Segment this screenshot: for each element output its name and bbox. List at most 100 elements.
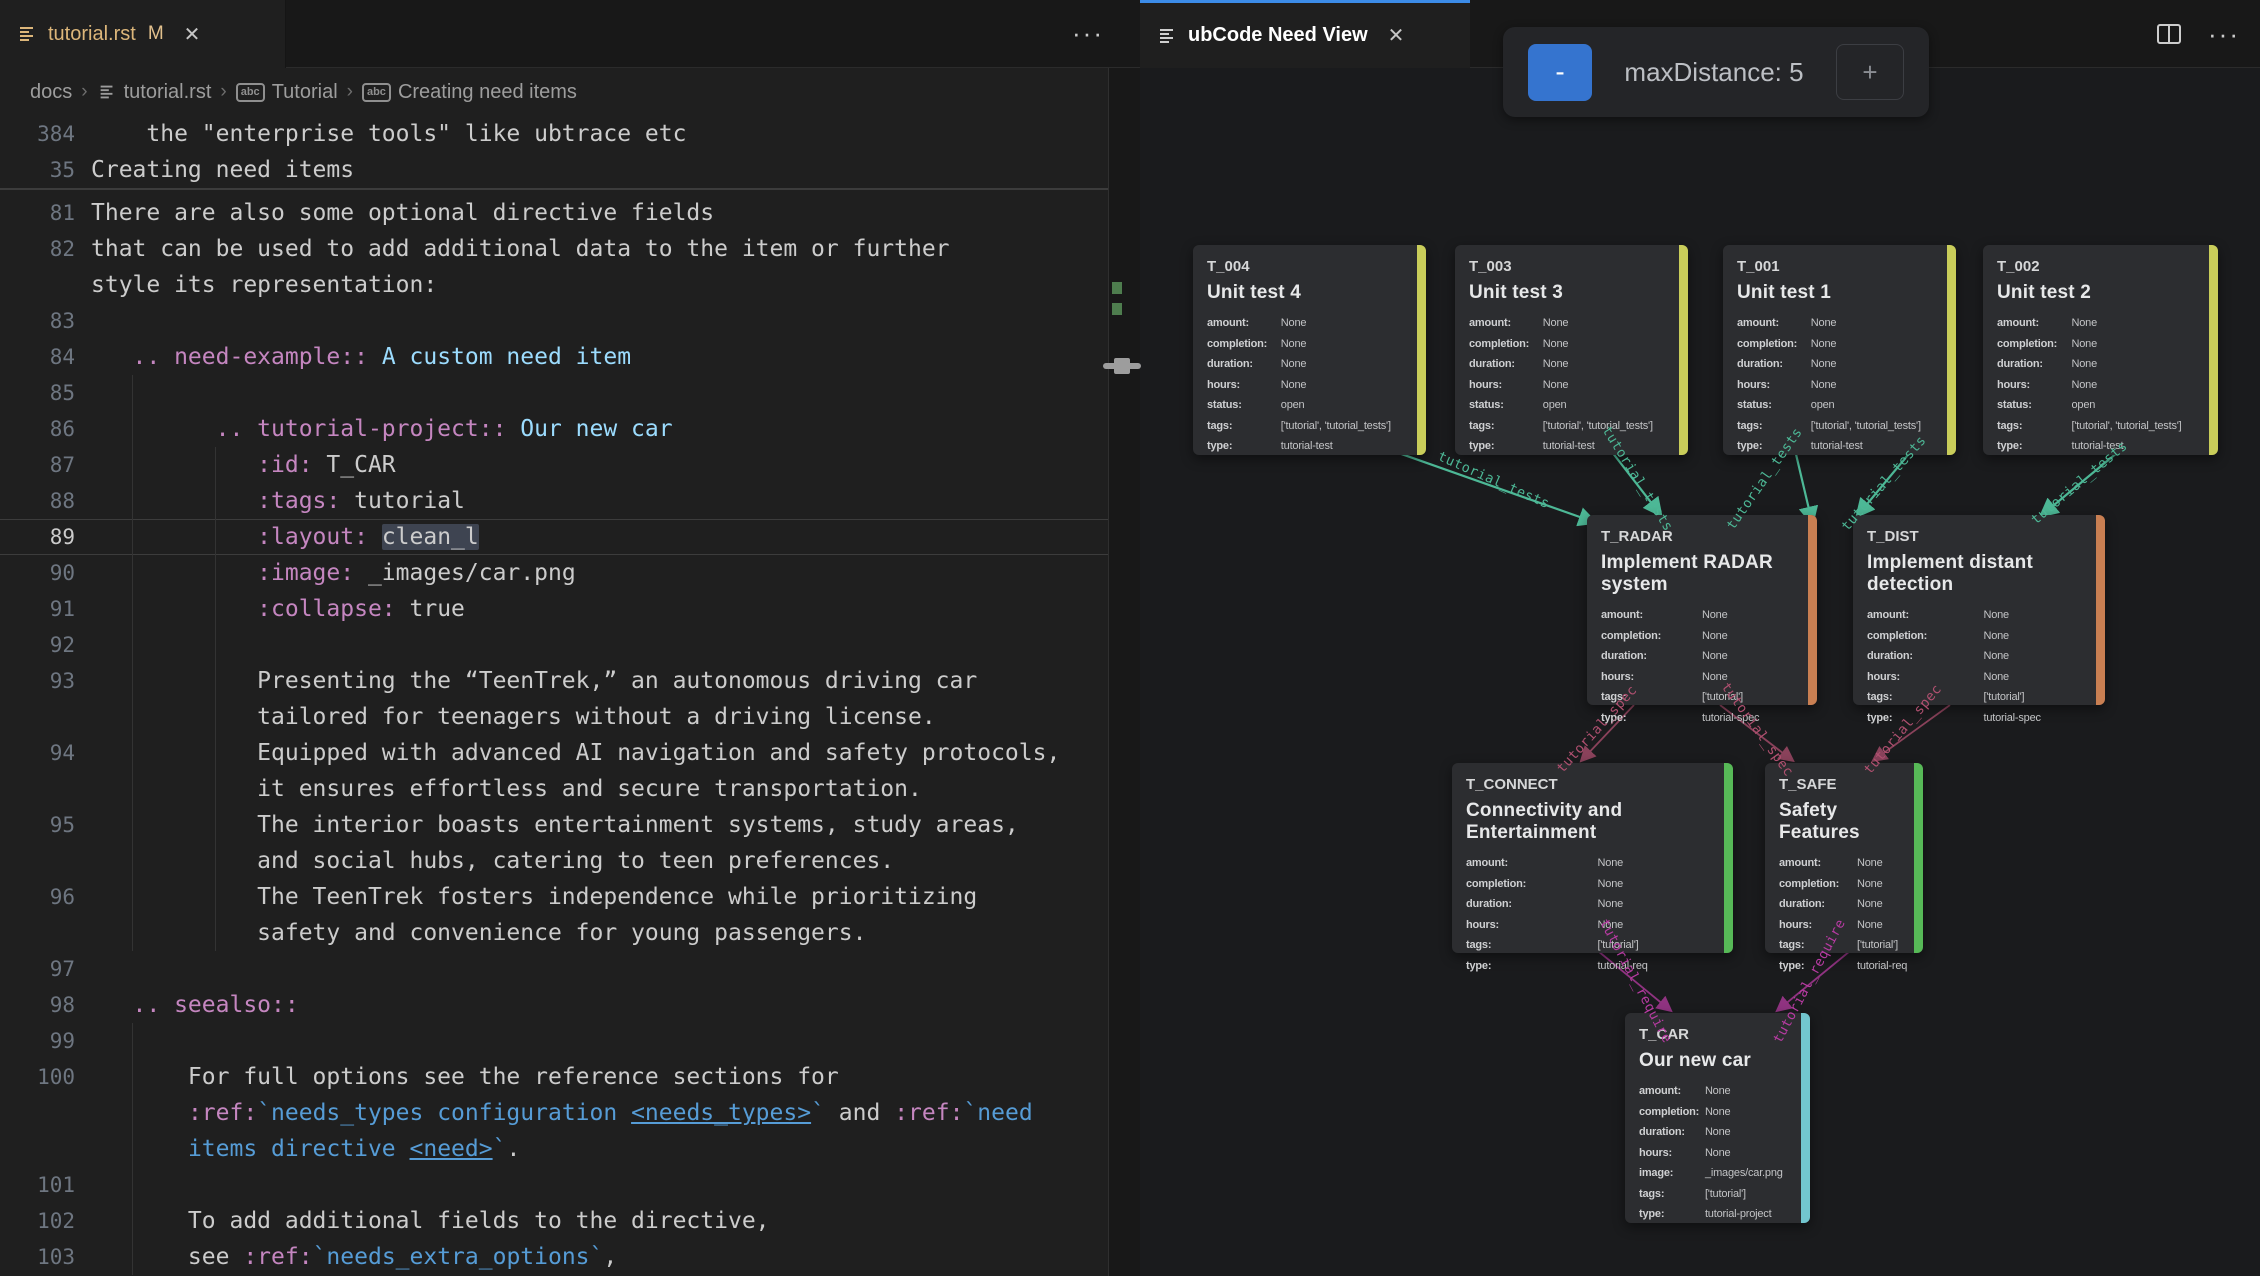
line-number[interactable]: 86 (0, 411, 75, 447)
breadcrumb-item[interactable]: abcTutorial (236, 81, 338, 104)
code-line[interactable]: it ensures effortless and secure transpo… (0, 771, 1108, 807)
line-number[interactable]: 35 (0, 152, 75, 188)
code-line[interactable]: 35Creating need items (0, 152, 1108, 188)
code-line[interactable]: 85 (0, 375, 1108, 411)
line-number[interactable]: 103 (0, 1239, 75, 1275)
line-number[interactable]: 95 (0, 807, 75, 843)
code-line[interactable]: 99 (0, 1023, 1108, 1059)
code-line[interactable]: 98 .. seealso:: (0, 987, 1108, 1023)
line-number[interactable]: 384 (0, 116, 75, 152)
code-line[interactable]: :ref:`needs_types configuration <needs_t… (0, 1095, 1108, 1131)
line-number[interactable]: 82 (0, 231, 75, 267)
line-number[interactable]: 96 (0, 879, 75, 915)
line-number[interactable]: 91 (0, 591, 75, 627)
code-line[interactable]: 90 :image: _images/car.png (0, 555, 1108, 591)
line-number[interactable]: 93 (0, 663, 75, 699)
code-line[interactable]: 83 (0, 303, 1108, 339)
code-line[interactable]: tailored for teenagers without a driving… (0, 699, 1108, 735)
breadcrumb-item[interactable]: docs (30, 81, 72, 104)
code-line[interactable]: 93 Presenting the “TeenTrek,” an autonom… (0, 663, 1108, 699)
code-line[interactable]: and social hubs, catering to teen prefer… (0, 843, 1108, 879)
split-editor-icon[interactable] (2154, 19, 2184, 49)
code-line[interactable]: 84 .. need-example:: A custom need item (0, 339, 1108, 375)
code-line[interactable]: 92 (0, 627, 1108, 663)
code-line[interactable]: items directive <need>`. (0, 1131, 1108, 1167)
code-token: <need> (410, 1136, 493, 1162)
line-number[interactable]: 92 (0, 627, 75, 663)
code-line[interactable]: 384 the "enterprise tools" like ubtrace … (0, 116, 1108, 152)
code-line[interactable]: 97 (0, 951, 1108, 987)
field-label: amount: (1469, 317, 1543, 329)
need-id: T_CAR (1639, 1026, 1796, 1043)
line-number[interactable]: 85 (0, 375, 75, 411)
need-card-t_004[interactable]: T_004Unit test 4amount:Nonecompletion:No… (1193, 245, 1426, 455)
need-card-t_radar[interactable]: T_RADARImplement RADAR systemamount:None… (1587, 515, 1817, 705)
code-line[interactable]: 95 The interior boasts entertainment sys… (0, 807, 1108, 843)
editor-actions-more-icon[interactable]: ··· (1072, 18, 1104, 49)
code-line[interactable]: 86 .. tutorial-project:: Our new car (0, 411, 1108, 447)
close-icon[interactable]: ✕ (1388, 23, 1405, 48)
tab-title: tutorial.rst (48, 23, 136, 46)
more-actions-icon[interactable]: ··· (2208, 19, 2240, 50)
line-number[interactable] (0, 1095, 75, 1131)
code-line[interactable]: 102 To add additional fields to the dire… (0, 1203, 1108, 1239)
code-line[interactable]: 87 :id: T_CAR (0, 447, 1108, 483)
field-label: tags: (1601, 691, 1702, 703)
line-number[interactable]: 88 (0, 483, 75, 519)
tab-ubcode-need-view[interactable]: ubCode Need View ✕ (1140, 0, 1470, 68)
code-token: :id: (257, 452, 312, 478)
line-number[interactable]: 83 (0, 303, 75, 339)
line-number[interactable]: 98 (0, 987, 75, 1023)
code-line[interactable]: safety and convenience for young passeng… (0, 915, 1108, 951)
code-line[interactable]: 81There are also some optional directive… (0, 195, 1108, 231)
line-number[interactable]: 81 (0, 195, 75, 231)
increase-distance-button[interactable]: + (1836, 44, 1904, 100)
code-line[interactable]: 82 that can be used to add additional dat… (0, 231, 1108, 267)
line-number[interactable] (0, 843, 75, 879)
need-card-t_dist[interactable]: T_DISTImplement distant detectionamount:… (1853, 515, 2105, 705)
code-line[interactable]: 89 :layout: clean_l (0, 519, 1108, 555)
need-field: duration:None (1469, 354, 1674, 375)
line-number[interactable] (0, 699, 75, 735)
need-card-t_safe[interactable]: T_SAFESafety Featuresamount:Nonecompleti… (1765, 763, 1923, 953)
breadcrumb-item[interactable]: tutorial.rst (97, 81, 212, 104)
code-line[interactable]: style its representation: (0, 267, 1108, 303)
need-card-t_car[interactable]: T_CAROur new caramount:Nonecompletion:No… (1625, 1013, 1810, 1223)
code-text: Equipped with advanced AI navigation and… (91, 735, 1060, 771)
code-line[interactable]: 100 For full options see the reference s… (0, 1059, 1108, 1095)
need-type-accent-bar (1801, 1013, 1810, 1223)
line-number[interactable]: 94 (0, 735, 75, 771)
line-number[interactable] (0, 1131, 75, 1167)
line-number[interactable]: 87 (0, 447, 75, 483)
code-token: :collapse: (257, 596, 395, 622)
code-line[interactable]: 103 see :ref:`needs_extra_options`, (0, 1239, 1108, 1275)
line-number[interactable]: 90 (0, 555, 75, 591)
line-number[interactable] (0, 771, 75, 807)
need-card-t_002[interactable]: T_002Unit test 2amount:Nonecompletion:No… (1983, 245, 2218, 455)
code-line[interactable]: 96 The TeenTrek fosters independence whi… (0, 879, 1108, 915)
breadcrumb-item[interactable]: abcCreating need items (362, 81, 577, 104)
line-number[interactable]: 100 (0, 1059, 75, 1095)
code-line[interactable]: 88 :tags: tutorial (0, 483, 1108, 519)
need-card-t_003[interactable]: T_003Unit test 3amount:Nonecompletion:No… (1455, 245, 1688, 455)
line-number[interactable] (0, 267, 75, 303)
code-line[interactable]: 91 :collapse: true (0, 591, 1108, 627)
need-type-accent-bar (1914, 763, 1923, 953)
line-number[interactable]: 102 (0, 1203, 75, 1239)
close-icon[interactable]: ✕ (184, 22, 201, 47)
split-sash-knob[interactable] (1114, 358, 1130, 374)
need-card-t_001[interactable]: T_001Unit test 1amount:Nonecompletion:No… (1723, 245, 1956, 455)
need-card-t_connect[interactable]: T_CONNECTConnectivity and Entertainmenta… (1452, 763, 1733, 953)
code-line[interactable]: 94 Equipped with advanced AI navigation … (0, 735, 1108, 771)
code-line[interactable]: 101 (0, 1167, 1108, 1203)
decrease-distance-button[interactable]: - (1528, 44, 1592, 101)
line-number[interactable]: 89 (0, 519, 75, 555)
code-token: that can be used to add additional data … (91, 236, 950, 262)
line-number[interactable]: 84 (0, 339, 75, 375)
line-number[interactable]: 101 (0, 1167, 75, 1203)
need-field: tags:['tutorial'] (1601, 687, 1803, 708)
line-number[interactable]: 97 (0, 951, 75, 987)
line-number[interactable]: 99 (0, 1023, 75, 1059)
line-number[interactable] (0, 915, 75, 951)
tab-tutorial-rst[interactable]: tutorial.rst M ✕ (0, 0, 286, 68)
